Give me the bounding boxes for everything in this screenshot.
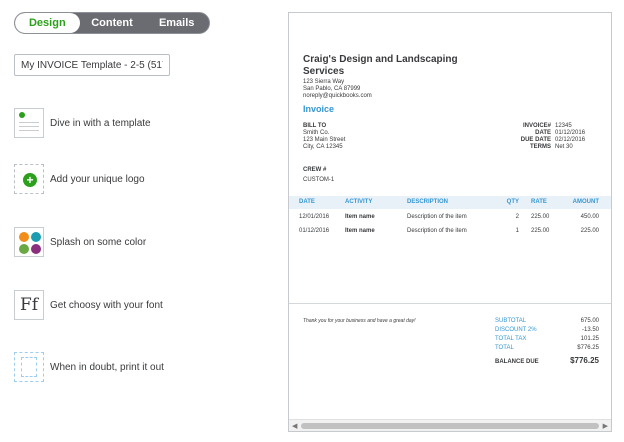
- table-header: DATE ACTIVITY DESCRIPTION QTY RATE AMOUN…: [289, 196, 611, 209]
- bill-to-line: City, CA 12345: [303, 144, 343, 150]
- template-icon: [14, 108, 44, 138]
- step-color-label: Splash on some color: [50, 236, 147, 248]
- row-amount: 450.00: [580, 214, 599, 220]
- column-header: QTY: [506, 199, 519, 205]
- crew-label: CREW #: [303, 167, 327, 173]
- tab-emails[interactable]: Emails: [144, 13, 209, 33]
- row-activity: Item name: [345, 214, 375, 220]
- scroll-right-icon[interactable]: ▶: [603, 422, 608, 430]
- scrollbar-thumb[interactable]: [301, 423, 599, 429]
- color-palette-icon: [14, 227, 44, 257]
- crew-block: CREW # CUSTOM-1: [303, 165, 334, 185]
- design-content-emails-tabs: Design Content Emails: [14, 12, 210, 34]
- total-label: SUBTOTAL: [495, 318, 527, 324]
- total-label: TOTAL: [495, 345, 514, 351]
- column-header: DESCRIPTION: [407, 199, 449, 205]
- meta-value: 02/12/2016: [555, 137, 586, 143]
- company-email: noreply@quickbooks.com: [303, 93, 372, 99]
- table-row: 12/01/2016 Item name Description of the …: [289, 211, 611, 223]
- horizontal-scrollbar[interactable]: ◀ ▶: [289, 419, 611, 431]
- company-address-line: San Pablo, CA 87999: [303, 86, 361, 92]
- tab-design[interactable]: Design: [15, 13, 80, 33]
- step-font-label: Get choosy with your font: [50, 299, 163, 311]
- meta-label: DUE DATE: [520, 137, 551, 143]
- step-template-label: Dive in with a template: [50, 117, 151, 129]
- step-print[interactable]: When in doubt, print it out: [14, 352, 164, 382]
- column-header: AMOUNT: [572, 199, 599, 205]
- step-logo-label: Add your unique logo: [50, 173, 145, 185]
- meta-value: 01/12/2016: [555, 130, 586, 136]
- table-row: 01/12/2016 Item name Description of the …: [289, 225, 611, 237]
- invoice-preview: Craig's Design and Landscaping Services …: [288, 12, 612, 432]
- step-font[interactable]: Ff Get choosy with your font: [14, 290, 163, 320]
- total-label: DISCOUNT 2%: [495, 327, 537, 333]
- bill-to-line: 123 Main Street: [303, 137, 346, 143]
- crew-value: CUSTOM-1: [303, 177, 335, 183]
- row-qty: 1: [515, 228, 519, 234]
- print-icon: [14, 352, 44, 382]
- meta-label: INVOICE#: [522, 123, 551, 129]
- column-header: RATE: [531, 199, 547, 205]
- meta-label: TERMS: [530, 144, 551, 150]
- bill-to-block: BILL TO Smith Co. 123 Main Street City, …: [303, 123, 345, 151]
- totals-block: SUBTOTAL 675.00 DISCOUNT 2% -13.50 TOTAL T…: [495, 318, 599, 354]
- column-header: ACTIVITY: [345, 199, 373, 205]
- column-header: DATE: [299, 199, 315, 205]
- invoice-meta: INVOICE# 12345 DATE 01/12/2016 DUE DATE 02/…: [505, 123, 595, 151]
- row-activity: Item name: [345, 228, 375, 234]
- row-date: 01/12/2016: [299, 228, 330, 234]
- total-value: 101.25: [580, 336, 599, 342]
- total-label: TOTAL TAX: [495, 336, 527, 342]
- font-icon: Ff: [14, 290, 44, 320]
- scroll-left-icon[interactable]: ◀: [292, 422, 297, 430]
- tab-content[interactable]: Content: [80, 13, 145, 33]
- company-name: Craig's Design and Landscaping Services: [303, 54, 458, 77]
- balance-due-label: BALANCE DUE: [495, 359, 539, 365]
- thank-you-note: Thank you for your business and have a g…: [303, 318, 416, 324]
- row-date: 12/01/2016: [299, 214, 330, 220]
- step-logo[interactable]: + Add your unique logo: [14, 164, 145, 194]
- add-logo-icon: +: [14, 164, 44, 194]
- meta-value: Net 30: [555, 144, 573, 150]
- row-qty: 2: [515, 214, 519, 220]
- meta-value: 12345: [555, 123, 572, 129]
- balance-due-value: $776.25: [570, 356, 599, 365]
- step-template[interactable]: Dive in with a template: [14, 108, 151, 138]
- total-value: 675.00: [580, 318, 599, 324]
- template-name-input[interactable]: [14, 54, 170, 76]
- row-amount: 225.00: [580, 228, 599, 234]
- meta-label: DATE: [535, 130, 551, 136]
- row-description: Description of the item: [407, 228, 467, 234]
- total-value: $776.25: [577, 345, 599, 351]
- divider: [289, 303, 611, 304]
- step-print-label: When in doubt, print it out: [50, 361, 164, 373]
- row-rate: 225.00: [531, 214, 550, 220]
- bill-to-label: BILL TO: [303, 123, 327, 129]
- total-value: -13.50: [581, 327, 599, 333]
- row-description: Description of the item: [407, 214, 467, 220]
- invoice-title: Invoice: [303, 104, 335, 114]
- company-address-line: 123 Sierra Way: [303, 79, 345, 85]
- bill-to-line: Smith Co.: [303, 130, 330, 136]
- row-rate: 225.00: [531, 228, 550, 234]
- company-address: 123 Sierra Way San Pablo, CA 87999 norep…: [303, 79, 372, 100]
- step-color[interactable]: Splash on some color: [14, 227, 146, 257]
